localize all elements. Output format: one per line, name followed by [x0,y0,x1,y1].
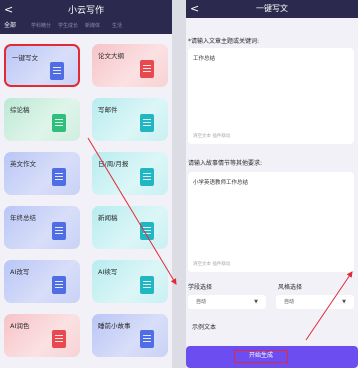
requirements-value: 小学英语教师工作总结 [193,180,249,186]
style-select[interactable]: 自动 ▼ [276,295,354,309]
generate-button[interactable]: 开始生成 [186,346,358,368]
clipboard-icon [52,114,66,132]
tab-media[interactable]: 新媒体 [81,18,108,34]
card-review[interactable]: 综论稿 [4,98,80,141]
card-one-click-write[interactable]: 一键写文 [4,44,80,87]
card-annual-summary[interactable]: 年终总结 [4,206,80,249]
home-screen: < 小云写作 全部 学科精分 学生成长 新媒体 生活 一键写文 论文大纲 综论稿… [0,0,172,368]
document-icon [50,62,64,80]
card-label: 日/周/月报 [98,160,129,168]
tab-subject[interactable]: 学科精分 [27,18,54,34]
pen-icon [52,276,66,294]
page-title: 小云写作 [67,6,104,16]
card-reports[interactable]: 日/周/月报 [92,152,168,195]
category-tabs: 全部 学科精分 学生成长 新媒体 生活 [0,18,172,34]
school-stage-value: 自动 [196,299,207,305]
school-stage-label: 学段选择 [188,284,213,291]
style-value: 自动 [284,299,295,305]
card-label: 一键写文 [12,54,38,62]
school-stage-select[interactable]: 自动 ▼ [188,295,266,309]
mail-icon [140,114,154,132]
style-label: 风格选择 [278,284,303,291]
card-label: AI改写 [10,268,30,276]
card-label: 写邮件 [98,106,118,114]
card-write-email[interactable]: 写邮件 [92,98,168,141]
example-text-label[interactable]: 示例文本 [192,322,216,331]
document-icon [52,222,66,240]
card-label: 英文作文 [10,160,36,168]
card-label: AI润色 [10,322,30,330]
chevron-down-icon: ▼ [254,299,258,305]
page-title: 一键写文 [256,4,288,13]
requirements-input-actions[interactable]: 清空文本 插件联动 [193,261,230,267]
calendar-icon [140,168,154,186]
write-form-screen: < 一键写文 *请输入文章主题或关键词: 工作总结 清空文本 插件联动 请输入故… [186,0,358,368]
chevron-down-icon: ▼ [342,299,346,305]
form-header: < 一键写文 [186,0,358,18]
topic-input-actions[interactable]: 清空文本 插件联动 [193,133,230,139]
card-label: 综论稿 [10,106,30,114]
document-icon [140,276,154,294]
document-icon [52,168,66,186]
card-press-release[interactable]: 新闻稿 [92,206,168,249]
generate-button-label: 开始生成 [234,350,288,363]
card-ai-polish[interactable]: AI润色 [4,314,80,357]
card-label: 论文大纲 [98,52,124,60]
card-label: AI续写 [98,268,118,276]
topic-input[interactable]: 工作总结 清空文本 插件联动 [188,48,354,144]
card-english-essay[interactable]: 英文作文 [4,152,80,195]
tab-growth[interactable]: 学生成长 [54,18,81,34]
book-icon [140,330,154,348]
tab-life[interactable]: 生活 [108,18,135,34]
card-bedtime-story[interactable]: 睡前小故事 [92,314,168,357]
requirements-label: 请输入故事情节等其他要求: [188,160,263,167]
screenshot-composite: < 小云写作 全部 学科精分 学生成长 新媒体 生活 一键写文 论文大纲 综论稿… [0,0,358,368]
card-ai-rewrite[interactable]: AI改写 [4,260,80,303]
card-label: 睡前小故事 [98,322,131,330]
card-label: 新闻稿 [98,214,118,222]
requirements-input[interactable]: 小学英语教师工作总结 清空文本 插件联动 [188,172,354,272]
card-label: 年终总结 [10,214,36,222]
document-icon [140,60,154,78]
document-icon [52,330,66,348]
card-ai-continue[interactable]: AI续写 [92,260,168,303]
tab-all[interactable]: 全部 [0,18,27,34]
card-thesis-outline[interactable]: 论文大纲 [92,44,168,87]
home-header: < 小云写作 全部 学科精分 学生成长 新媒体 生活 [0,0,172,34]
newspaper-icon [140,222,154,240]
topic-label: *请输入文章主题或关键词: [188,38,260,45]
topic-value: 工作总结 [193,56,216,62]
